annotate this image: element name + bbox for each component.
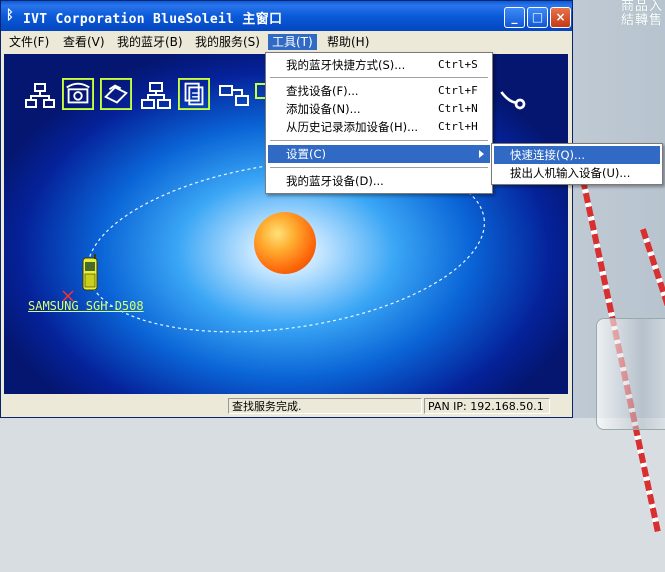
desktop-text: 商品入 結轉售 (621, 0, 663, 28)
menu-separator (270, 167, 488, 168)
headset-icon[interactable] (496, 84, 528, 116)
settings-submenu: 快速连接(Q)... 拔出人机输入设备(U)... (491, 143, 663, 185)
menu-item-my-bluetooth-shortcuts[interactable]: 我的蓝牙快捷方式(S)... Ctrl+S (268, 56, 490, 74)
menu-my-services[interactable]: 我的服务(S) (191, 34, 264, 50)
menu-item-label: 我的蓝牙设备(D)... (286, 174, 384, 188)
fax-service-icon[interactable] (100, 78, 132, 110)
menu-item-label: 查找设备(F)... (286, 84, 359, 98)
serial-port-icon[interactable] (218, 80, 250, 112)
menu-item-add-device[interactable]: 添加设备(N)... Ctrl+N (268, 100, 490, 118)
file-transfer-icon[interactable] (178, 78, 210, 110)
menu-item-label: 从历史记录添加设备(H)... (286, 120, 419, 134)
close-button[interactable]: × (550, 7, 571, 28)
menu-view[interactable]: 查看(V) (59, 34, 109, 50)
menu-my-bluetooth[interactable]: 我的蓝牙(B) (113, 34, 187, 50)
glass-decoration (596, 318, 665, 430)
menu-item-add-from-history[interactable]: 从历史记录添加设备(H)... Ctrl+H (268, 118, 490, 136)
status-message: 查找服务完成. (228, 398, 422, 414)
window-title: IVT Corporation BlueSoleil 主窗口 (23, 12, 283, 27)
menu-tools[interactable]: 工具(T) (268, 34, 317, 50)
menu-item-shortcut: Ctrl+N (438, 102, 478, 115)
minimize-button[interactable]: _ (504, 7, 525, 28)
menu-item-label: 添加设备(N)... (286, 102, 361, 116)
menu-item-label: 我的蓝牙快捷方式(S)... (286, 58, 406, 72)
network-service-icon[interactable] (24, 80, 56, 112)
menu-item-label: 设置(C) (286, 147, 327, 161)
menu-file[interactable]: 文件(F) (5, 34, 53, 50)
maximize-button[interactable]: □ (527, 7, 548, 28)
dialup-service-icon[interactable] (62, 78, 94, 110)
desktop-text-line-1: 商品入 (620, 0, 663, 14)
tools-dropdown-menu: 我的蓝牙快捷方式(S)... Ctrl+S 查找设备(F)... Ctrl+F … (265, 52, 493, 194)
menu-item-shortcut: Ctrl+H (438, 120, 478, 133)
menu-item-quick-connect[interactable]: 快速连接(Q)... (494, 146, 660, 164)
menu-bar: 文件(F) 查看(V) 我的蓝牙(B) 我的服务(S) 工具(T) 帮助(H) (1, 31, 572, 53)
menu-item-unplug-hid[interactable]: 拔出人机输入设备(U)... (494, 164, 660, 182)
local-device-sun-icon[interactable] (254, 212, 316, 274)
menu-separator (270, 77, 488, 78)
menu-item-settings[interactable]: 设置(C) (268, 145, 490, 163)
menu-item-shortcut: Ctrl+S (438, 58, 478, 71)
mobile-phone-icon[interactable] (80, 254, 100, 292)
menu-item-my-bluetooth-devices[interactable]: 我的蓝牙设备(D)... (268, 172, 490, 190)
pan-ip-status: PAN IP: 192.168.50.1 (424, 398, 550, 414)
device-name-label[interactable]: SAMSUNG SGH-D508 (28, 299, 144, 313)
bluetooth-icon: ᛒ (6, 8, 14, 23)
menu-help[interactable]: 帮助(H) (323, 34, 373, 50)
menu-separator (270, 140, 488, 141)
status-bar: 查找服务完成. PAN IP: 192.168.50.1 (1, 395, 572, 417)
lan-access-icon[interactable] (140, 80, 172, 112)
title-bar[interactable]: ᛒ IVT Corporation BlueSoleil 主窗口 _ □ × (1, 1, 572, 31)
submenu-arrow-icon (479, 150, 484, 158)
menu-item-shortcut: Ctrl+F (438, 84, 478, 97)
menu-item-find-devices[interactable]: 查找设备(F)... Ctrl+F (268, 82, 490, 100)
desktop-text-line-2: 結轉售 (620, 13, 663, 28)
